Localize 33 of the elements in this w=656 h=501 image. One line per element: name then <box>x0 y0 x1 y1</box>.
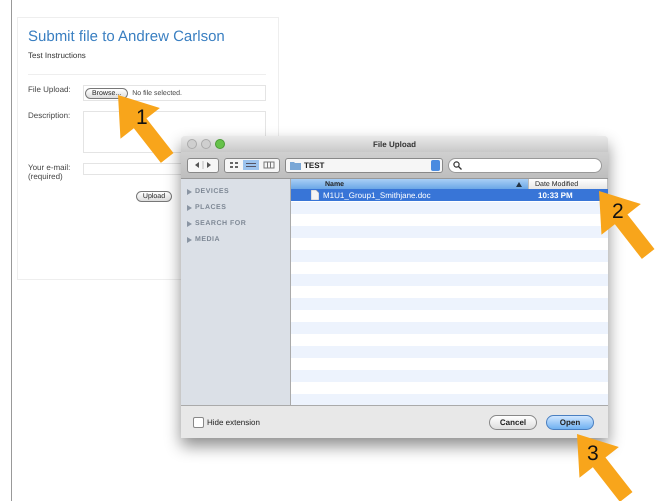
location-dropdown[interactable]: TEST <box>285 158 443 172</box>
disclosure-icon[interactable] <box>187 188 192 194</box>
sort-icon <box>516 182 522 186</box>
zoom-icon[interactable] <box>215 139 225 149</box>
step-number: 2 <box>612 200 624 224</box>
field-label: Description: <box>28 111 72 120</box>
file-row[interactable]: M1U1_Group1_Smithjane.doc 10:33 PM <box>291 189 608 201</box>
field-label: File Upload: <box>28 85 72 94</box>
folder-icon <box>290 160 301 170</box>
disclosure-icon[interactable] <box>187 236 192 242</box>
minimize-icon[interactable] <box>201 139 211 149</box>
search-icon <box>453 160 462 170</box>
checkbox-label: Hide extension <box>207 418 260 426</box>
view-switcher[interactable] <box>224 158 280 172</box>
step-number: 1 <box>136 106 148 130</box>
form-title: Submit file to Andrew Carlson <box>28 28 226 45</box>
document-icon <box>311 190 319 200</box>
close-icon[interactable] <box>187 139 197 149</box>
field-label: Your e-mail: <box>28 163 72 172</box>
step-number: 3 <box>587 442 599 466</box>
search-field[interactable] <box>448 158 602 172</box>
file-date: 10:33 PM <box>537 190 574 200</box>
field-note: (required) <box>28 172 64 181</box>
open-button[interactable]: Open <box>546 414 594 430</box>
back-forward-control[interactable] <box>187 158 219 172</box>
view-mode-icon <box>227 160 277 170</box>
disclosure-icon[interactable] <box>187 204 192 210</box>
instructions-text: Test Instructions <box>28 51 87 60</box>
hide-extension-checkbox[interactable] <box>193 416 204 428</box>
cancel-button[interactable]: Cancel <box>489 414 537 430</box>
file-name: M1U1_Group1_Smithjane.doc <box>323 190 432 200</box>
disclosure-icon[interactable] <box>187 220 192 226</box>
dialog-title: File Upload <box>372 140 416 148</box>
